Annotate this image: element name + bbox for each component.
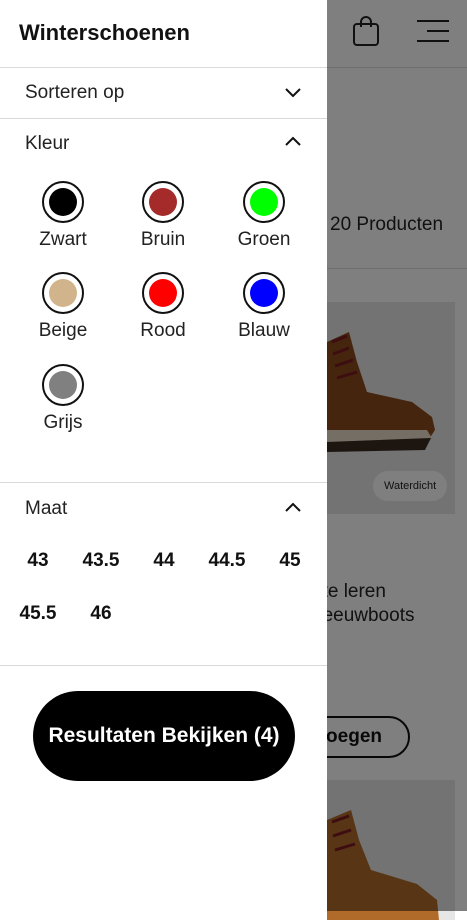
divider	[0, 665, 327, 666]
size-option-44-5[interactable]: 44.5	[197, 550, 257, 572]
color-swatch-label: Groen	[237, 229, 291, 250]
color-swatch-label: Zwart	[39, 229, 87, 250]
color-swatch-groen[interactable]: Groen	[224, 181, 304, 251]
color-swatch-label: Blauw	[238, 320, 290, 341]
color-dot	[49, 188, 77, 216]
size-option-45-5[interactable]: 45.5	[8, 603, 68, 625]
divider	[0, 118, 327, 119]
color-swatch-ring	[42, 364, 84, 406]
color-swatch-blauw[interactable]: Blauw	[224, 272, 304, 342]
divider	[0, 482, 327, 483]
sort-label: Sorteren op	[25, 82, 125, 103]
panel-title: Winterschoenen	[19, 20, 190, 45]
view-results-button[interactable]: Resultaten Bekijken (4)	[33, 691, 295, 781]
color-swatch-grijs[interactable]: Grijs	[23, 364, 103, 434]
color-swatch-bruin[interactable]: Bruin	[123, 181, 203, 251]
filter-panel: Winterschoenen Sorteren op Kleur Zwart Br…	[0, 0, 327, 911]
color-swatch-ring	[42, 181, 84, 223]
divider	[0, 67, 327, 68]
color-swatch-ring	[142, 181, 184, 223]
color-label: Kleur	[25, 133, 70, 154]
chevron-up-icon	[285, 502, 301, 512]
color-swatch-ring	[142, 272, 184, 314]
color-dot	[149, 279, 177, 307]
color-dot	[49, 371, 77, 399]
color-swatch-label: Grijs	[43, 412, 83, 433]
size-option-43[interactable]: 43	[8, 550, 68, 572]
color-swatch-label: Bruin	[140, 229, 186, 250]
size-option-45[interactable]: 45	[260, 550, 320, 572]
size-option-44[interactable]: 44	[134, 550, 194, 572]
color-swatch-zwart[interactable]: Zwart	[23, 181, 103, 251]
color-swatch-rood[interactable]: Rood	[123, 272, 203, 342]
color-swatch-ring	[243, 181, 285, 223]
color-dot	[49, 279, 77, 307]
color-swatch-ring	[42, 272, 84, 314]
chevron-down-icon	[285, 88, 301, 98]
chevron-up-icon	[285, 136, 301, 146]
color-dot	[250, 279, 278, 307]
color-dot	[149, 188, 177, 216]
size-label: Maat	[25, 498, 68, 519]
color-swatch-label: Rood	[140, 320, 186, 341]
color-swatch-label: Beige	[38, 320, 88, 341]
color-swatch-beige[interactable]: Beige	[23, 272, 103, 342]
color-dot	[250, 188, 278, 216]
size-option-43-5[interactable]: 43.5	[71, 550, 131, 572]
color-swatch-ring	[243, 272, 285, 314]
size-option-46[interactable]: 46	[71, 603, 131, 625]
